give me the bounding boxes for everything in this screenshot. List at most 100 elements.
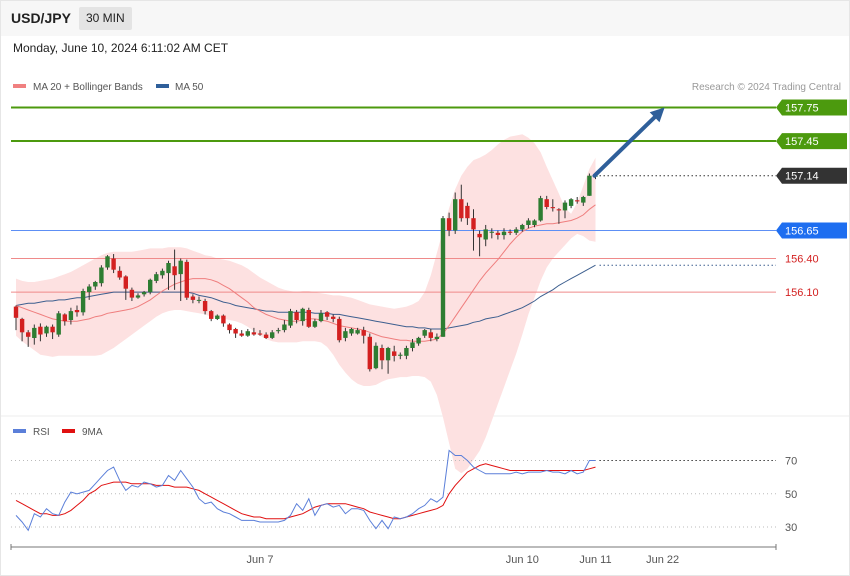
candle-body <box>202 301 208 312</box>
candle <box>233 327 238 338</box>
candle <box>239 330 244 337</box>
candle-body <box>483 229 488 240</box>
level-label-pivot: 156.65 <box>785 226 819 238</box>
candle-body <box>471 218 476 230</box>
candle-body <box>446 218 452 231</box>
candle-body <box>538 198 543 221</box>
legend-swatch-ma20-bb <box>13 84 26 88</box>
candle-body <box>343 331 348 338</box>
candle-body <box>190 296 196 300</box>
candle-body <box>422 330 427 336</box>
rsi-tick-label: 70 <box>785 456 797 468</box>
x-tick-label: Jun 7 <box>247 554 274 566</box>
candle <box>80 288 86 316</box>
x-tick-label: Jun 10 <box>506 554 539 566</box>
candle <box>306 307 311 328</box>
candle <box>373 342 379 370</box>
candle-body <box>300 308 305 322</box>
candle <box>568 198 574 209</box>
legend-swatch-9ma <box>62 429 75 433</box>
candle-body <box>465 205 470 219</box>
candle <box>184 259 189 300</box>
candle-body <box>26 332 31 337</box>
candle-body <box>410 342 415 348</box>
rsi-line <box>15 449 596 532</box>
candle-body <box>453 199 458 231</box>
candle-body <box>349 329 354 334</box>
candle-body <box>154 274 159 281</box>
candle-body <box>544 199 549 207</box>
candle-body <box>306 310 311 327</box>
rsi-legend: RSI 9MA <box>13 427 103 438</box>
candle-body <box>239 333 244 336</box>
candle-body <box>367 336 372 370</box>
candle-body <box>74 310 80 313</box>
level-label-resistance: 157.45 <box>785 136 819 148</box>
candle-body <box>196 299 202 301</box>
candle-body <box>117 270 122 278</box>
level-labels-layer: 157.75 157.45 157.14 156.65 156.40 156.10 <box>776 99 847 299</box>
candle-body <box>227 324 232 331</box>
candle-body <box>105 256 110 268</box>
legend-label-ma50: MA 50 <box>175 82 204 93</box>
candle-body <box>160 270 165 276</box>
candle-body <box>288 311 293 326</box>
candle-body <box>337 318 342 341</box>
chart-widget: USD/JPY 30 MIN Monday, June 10, 2024 6:1… <box>0 0 850 576</box>
x-tick-label: Jun 22 <box>646 554 679 566</box>
candle-body <box>19 318 25 333</box>
candle-body <box>514 229 519 233</box>
candle <box>209 309 214 322</box>
candle-body <box>215 315 220 319</box>
candle <box>367 333 372 372</box>
candle-body <box>32 327 37 338</box>
legend-swatch-ma50 <box>156 84 169 88</box>
candle-body <box>270 332 275 338</box>
candle-body <box>245 331 250 336</box>
legend-swatch-rsi <box>13 429 26 433</box>
bollinger-band-area <box>16 134 596 474</box>
candle-body <box>50 326 55 333</box>
candle-body <box>489 231 494 233</box>
candle-body <box>99 267 104 284</box>
candle-body <box>459 199 464 219</box>
candle-body <box>209 311 214 319</box>
legend-label-rsi: RSI <box>33 427 50 438</box>
candle-body <box>148 279 153 293</box>
candle <box>227 323 232 334</box>
candle-body <box>80 291 86 313</box>
candle <box>440 216 446 337</box>
candle-body <box>556 209 562 211</box>
candle-body <box>276 330 281 332</box>
candle-body <box>440 218 446 337</box>
candle-body <box>550 207 555 209</box>
candle-body <box>477 233 482 238</box>
candle-body <box>221 315 226 324</box>
x-tick-label: Jun 11 <box>579 554 611 566</box>
candle <box>245 328 250 337</box>
forecast-arrow-shaft <box>592 115 657 178</box>
candle-body <box>141 292 147 295</box>
legend-label-ma20-bb: MA 20 + Bollinger Bands <box>33 82 143 93</box>
candle <box>587 173 592 196</box>
candle-body <box>318 313 324 322</box>
candle-body <box>428 332 433 338</box>
candle-body <box>87 286 92 293</box>
candle-body <box>331 316 336 319</box>
x-axis: Jun 7 Jun 10 Jun 11 Jun 22 <box>10 544 777 566</box>
candle-body <box>184 261 189 298</box>
candle-body <box>129 289 135 298</box>
level-label-resistance: 157.75 <box>785 103 819 115</box>
candle <box>288 308 293 328</box>
candle-body <box>294 312 299 320</box>
candle <box>337 316 342 343</box>
candle-body <box>398 354 403 356</box>
candle <box>56 311 61 337</box>
candle-body <box>233 329 238 334</box>
candle-body <box>434 336 440 339</box>
bollinger-band-layer <box>16 134 596 474</box>
candle-body <box>385 348 391 361</box>
rsi-tick-label: 30 <box>785 522 797 534</box>
candle <box>221 314 226 327</box>
candle-body <box>532 220 537 225</box>
